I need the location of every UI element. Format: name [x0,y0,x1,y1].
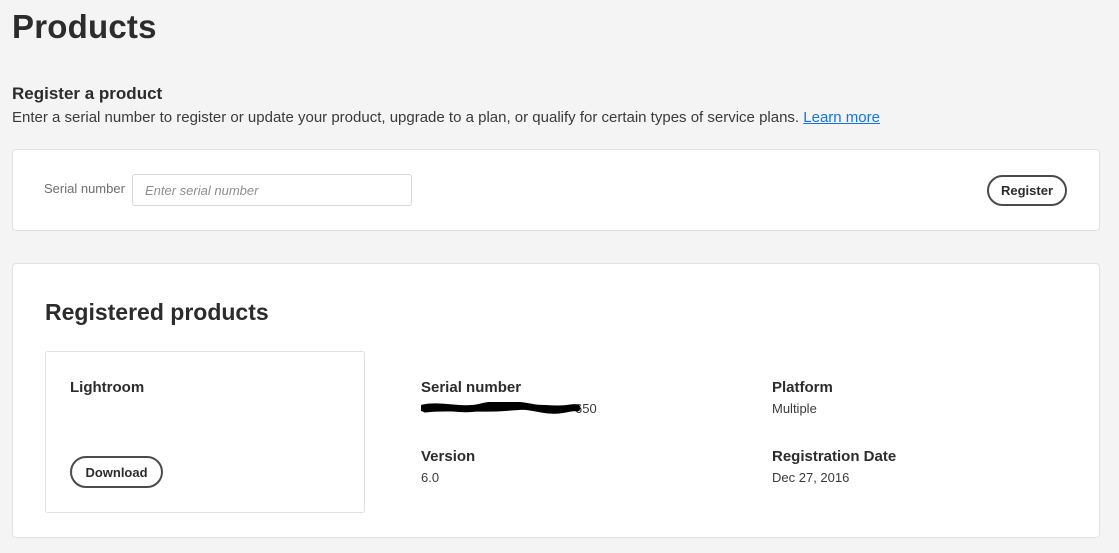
redaction-scribble [421,402,581,414]
registration-date-value: Dec 27, 2016 [772,470,850,485]
registration-date-heading: Registration Date [772,448,897,465]
page-title: Products [12,8,157,45]
product-platform: Platform Multiple [772,379,833,416]
learn-more-link[interactable]: Learn more [803,109,880,126]
register-heading: Register a product [12,84,163,103]
redacted-serial: 650 [421,401,597,416]
download-button[interactable]: Download [70,456,163,488]
platform-heading: Platform [772,379,833,396]
product-version: Version 6.0 [421,448,475,485]
product-name: Lightroom [70,379,145,396]
product-tile: Lightroom Download [45,351,365,513]
platform-value: Multiple [772,401,817,416]
serial-number-heading: Serial number [421,379,522,396]
version-heading: Version [421,448,476,465]
register-description: Enter a serial number to register or upd… [12,109,880,126]
product-registration-date: Registration Date Dec 27, 2016 [772,448,896,485]
register-button[interactable]: Register [987,175,1067,206]
register-description-text: Enter a serial number to register or upd… [12,109,800,126]
registered-products-card: Registered products Lightroom Download S… [12,263,1100,538]
registered-products-heading: Registered products [45,299,269,325]
serial-number-input[interactable] [132,174,412,206]
products-page: Products Register a product Enter a seri… [0,0,1119,553]
register-card: Serial number Register [12,149,1100,231]
serial-number-value: 650 [421,401,597,416]
serial-number-label: Serial number [44,181,125,196]
product-serial-number: Serial number 650 [421,379,597,416]
version-value: 6.0 [421,470,440,485]
